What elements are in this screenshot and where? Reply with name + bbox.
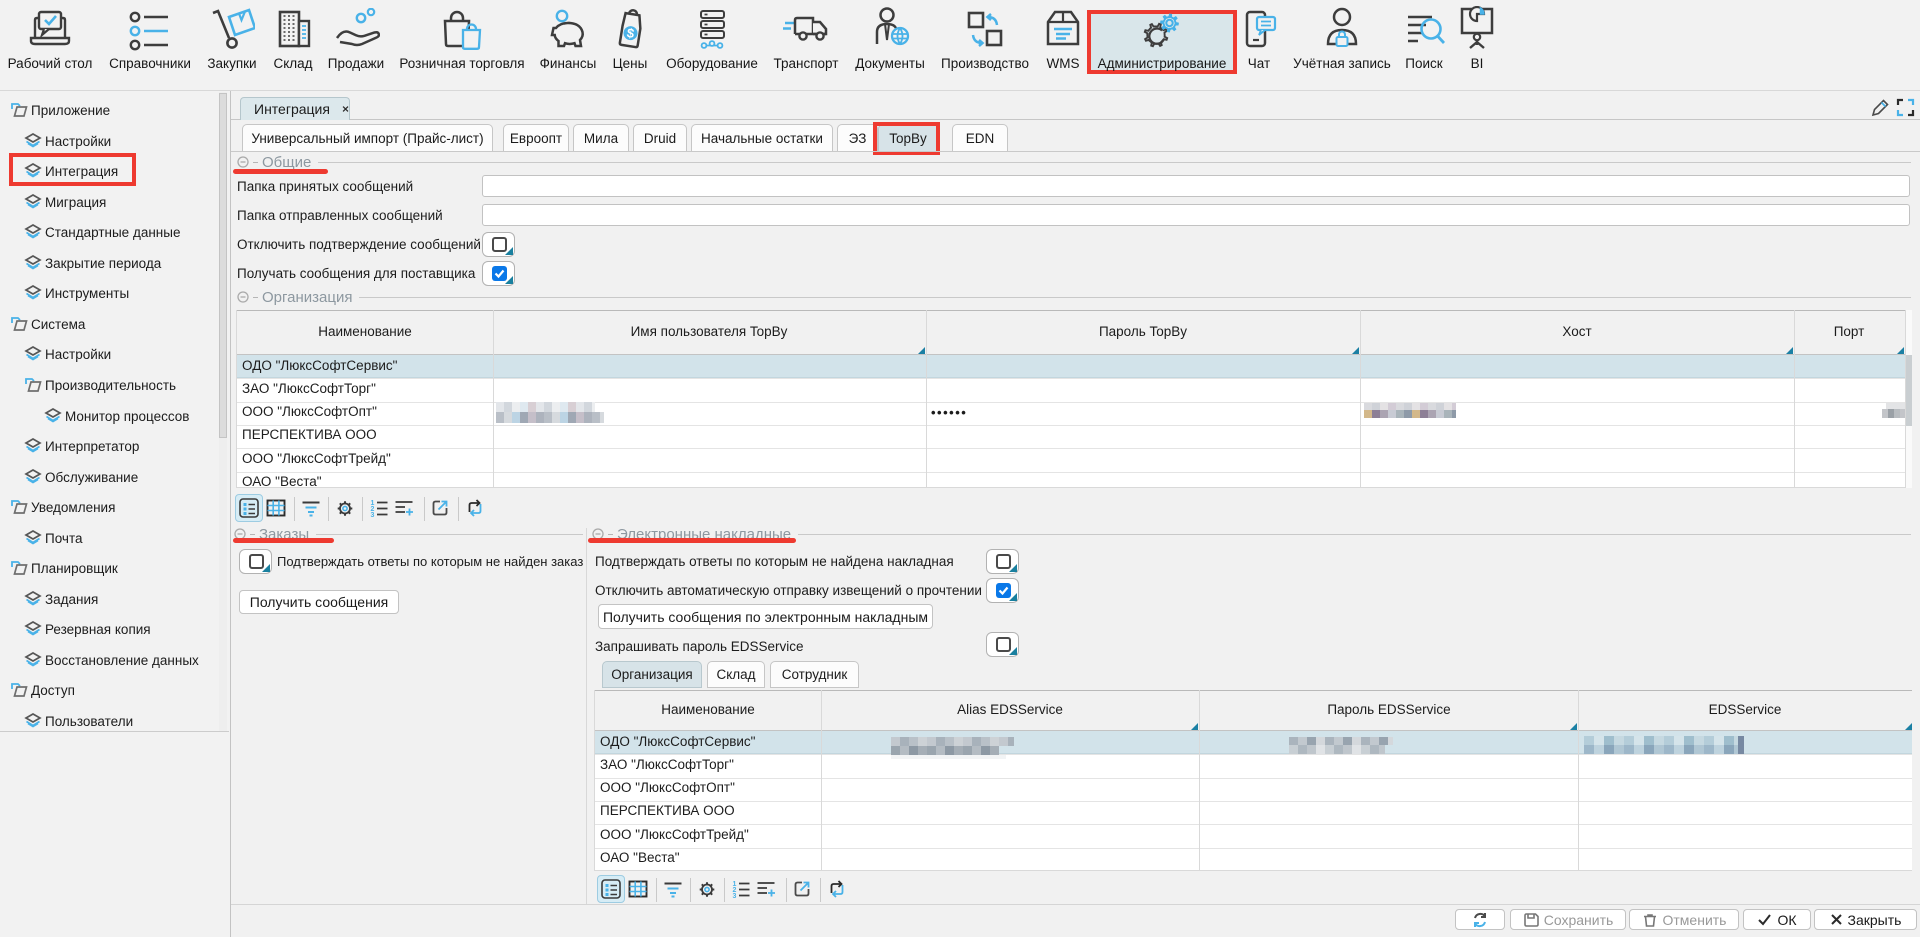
svg-text:3: 3 [733, 893, 737, 899]
svg-text:3: 3 [371, 512, 375, 518]
